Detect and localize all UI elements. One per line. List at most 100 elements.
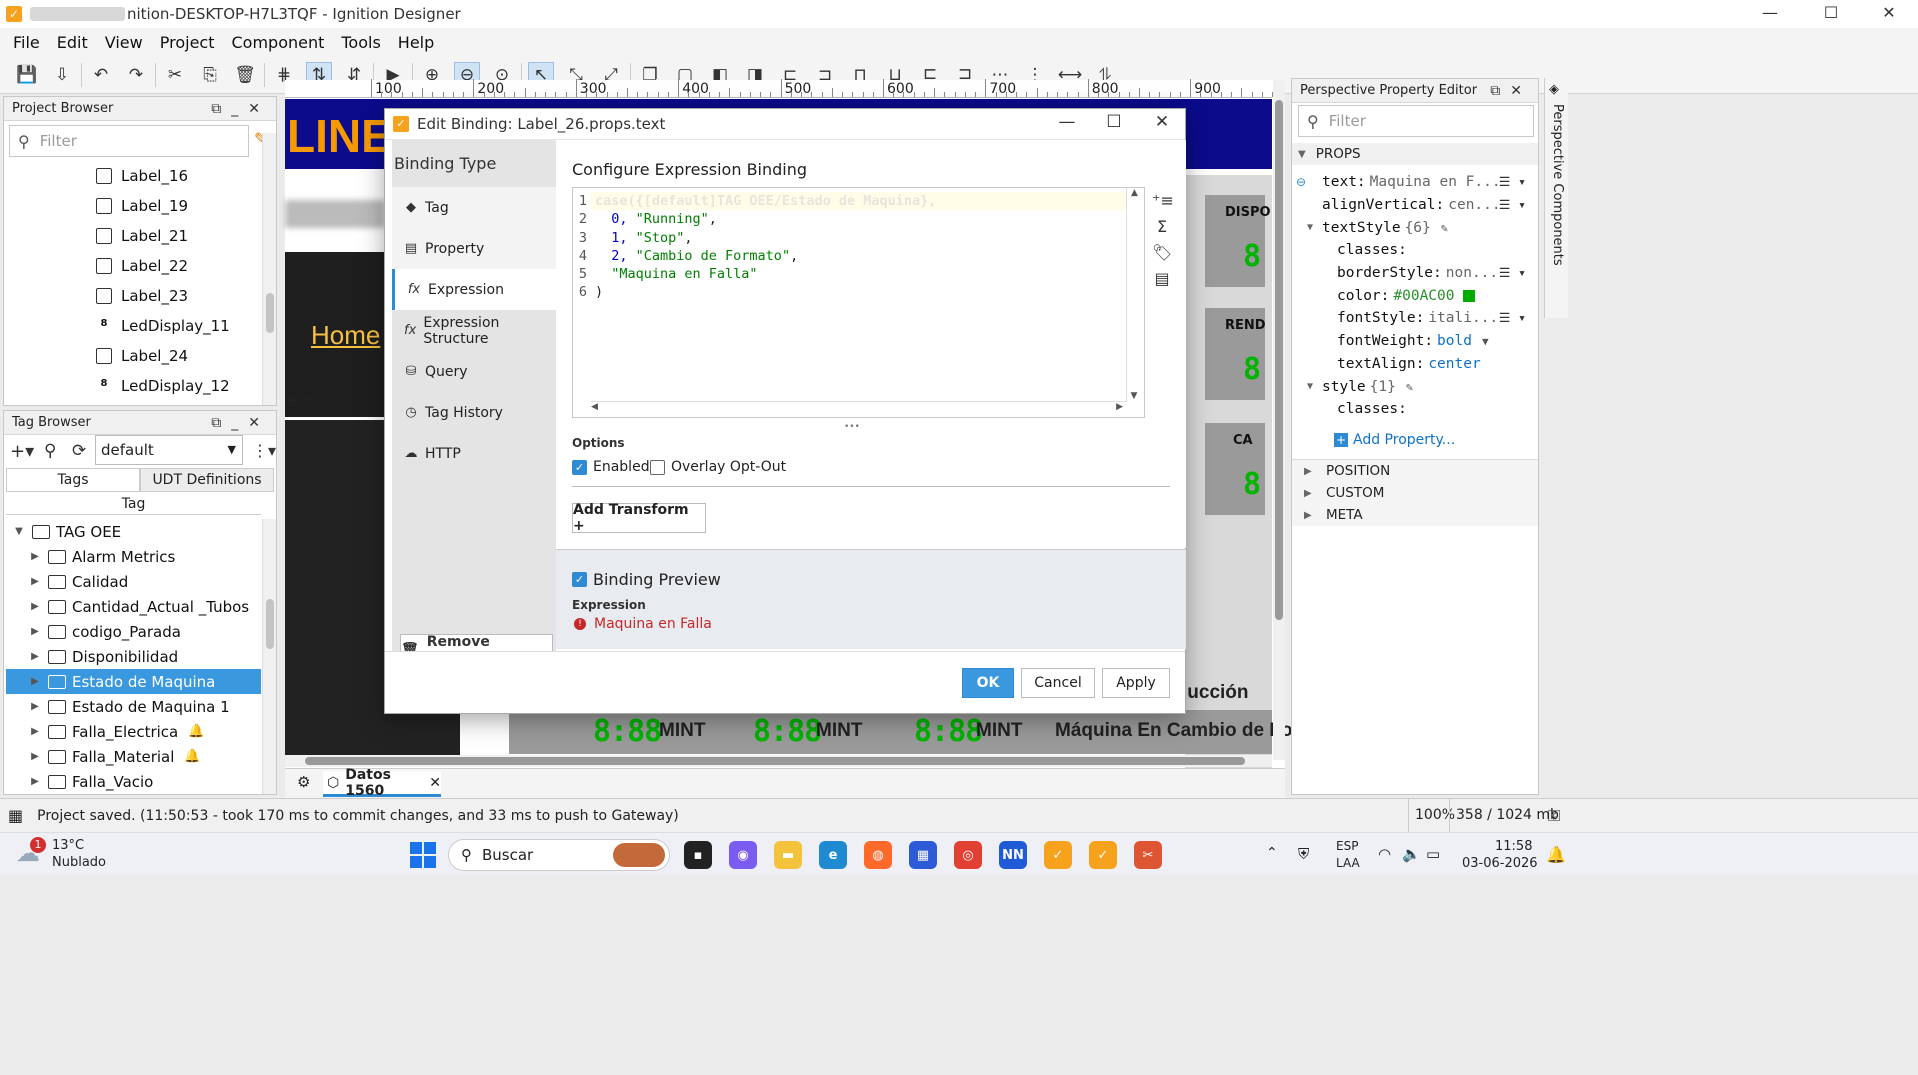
ignition-designer-icon[interactable]: ✓: [1044, 841, 1072, 869]
expanded-arrow-icon[interactable]: ▼: [12, 526, 26, 537]
editor-horizontal-scrollbar[interactable]: ◀ ▶: [591, 401, 1127, 415]
gc-icon[interactable]: ⚿: [1548, 806, 1560, 826]
battery-icon[interactable]: ▭: [1426, 845, 1440, 863]
tag-item[interactable]: ▶ Alarm Metrics: [6, 544, 261, 569]
volume-icon[interactable]: 🔈: [1402, 845, 1421, 863]
checkbox-checked-icon[interactable]: ✓: [572, 572, 587, 587]
binding-type-tag[interactable]: ◆ Tag: [392, 187, 556, 228]
cut-icon[interactable]: ✂: [162, 62, 188, 88]
more-options-icon[interactable]: ⋮▾: [252, 441, 276, 460]
panel-controls-icon[interactable]: ⧉_✕: [211, 411, 270, 435]
property-row-classes[interactable]: classes :: [1292, 398, 1538, 421]
panel-controls-icon[interactable]: ⧉✕: [1490, 79, 1532, 103]
section-position[interactable]: ▶ POSITION: [1292, 460, 1538, 482]
tag-item[interactable]: ▶ Falla_Material 🔔: [6, 744, 261, 769]
tab-tags[interactable]: Tags: [6, 468, 140, 492]
minimize-button[interactable]: —: [1747, 0, 1793, 28]
collapsed-arrow-icon[interactable]: ▶: [28, 676, 42, 687]
property-value[interactable]: #00AC00: [1393, 288, 1454, 304]
canvas-vertical-scrollbar[interactable]: [1273, 80, 1285, 760]
binding-type-expression[interactable]: fx Expression: [392, 269, 556, 310]
delete-icon[interactable]: 🗑: [232, 62, 258, 88]
property-value[interactable]: bold: [1437, 333, 1472, 349]
save-all-icon[interactable]: ⇩: [49, 62, 75, 88]
chevron-down-icon[interactable]: ▼: [1482, 335, 1489, 348]
edge-browser-icon[interactable]: e: [819, 841, 847, 869]
collapsed-arrow-icon[interactable]: ▶: [1304, 466, 1314, 477]
property-menu-icon[interactable]: ☰ ▾: [1499, 266, 1526, 281]
property-value[interactable]: itali...: [1428, 310, 1498, 326]
undo-icon[interactable]: ↶: [88, 62, 114, 88]
property-row-style[interactable]: ▼ style {1} ✎: [1292, 375, 1538, 398]
security-icon[interactable]: ⛨: [1298, 845, 1309, 863]
menu-component[interactable]: Component: [231, 33, 324, 52]
collapsed-arrow-icon[interactable]: ▶: [1304, 488, 1314, 499]
enabled-checkbox[interactable]: ✓ Enabled: [572, 459, 650, 475]
task-view-icon[interactable]: ▪: [684, 841, 712, 869]
editor-vertical-scrollbar[interactable]: ▲ ▼: [1126, 188, 1142, 401]
property-row-fontweight[interactable]: fontWeight : bold ▼: [1292, 330, 1538, 353]
insert-property-icon[interactable]: ⁺≡: [1152, 188, 1174, 214]
collapsed-arrow-icon[interactable]: ▶: [28, 551, 42, 562]
project-tree-item[interactable]: 8 LedDisplay_12: [4, 371, 262, 401]
ok-button[interactable]: OK: [962, 668, 1014, 698]
tag-item[interactable]: ▶ Estado de Maquina 1: [6, 694, 261, 719]
notifications-icon[interactable]: 🔔: [1546, 845, 1566, 864]
tag-tree-scrollbar[interactable]: [262, 519, 276, 794]
property-row-fontstyle[interactable]: fontStyle : itali... ☰ ▾: [1292, 307, 1538, 330]
binding-type-query[interactable]: ⛁ Query: [392, 351, 556, 392]
search-icon[interactable]: ⚲: [44, 441, 56, 461]
collapsed-arrow-icon[interactable]: ▶: [1304, 510, 1314, 521]
clock-time[interactable]: 11:58: [1495, 839, 1532, 854]
overlay-optout-checkbox[interactable]: Overlay Opt-Out: [650, 459, 786, 475]
tag-column-header[interactable]: Tag: [6, 493, 261, 515]
tag-item[interactable]: ▶ Falla_Vacio: [6, 769, 261, 794]
collapsed-arrow-icon[interactable]: ▶: [28, 576, 42, 587]
menu-edit[interactable]: Edit: [57, 33, 88, 52]
close-tab-icon[interactable]: ✕: [429, 775, 441, 791]
add-tag-icon[interactable]: +▾: [10, 441, 34, 462]
perspective-components-side-tab[interactable]: ◈ Perspective Components: [1544, 78, 1568, 318]
scroll-thumb[interactable]: [305, 757, 1245, 765]
collapsed-arrow-icon[interactable]: ▶: [28, 601, 42, 612]
project-tree-item[interactable]: Label_22: [4, 251, 262, 281]
property-value[interactable]: {6}: [1405, 220, 1431, 236]
binding-type-expression-structure[interactable]: fx Expression Structure: [392, 310, 556, 351]
property-row-alignvertical[interactable]: alignVertical : cen... ☰ ▾: [1292, 194, 1538, 217]
property-value[interactable]: Maquina en F...: [1370, 174, 1501, 190]
apply-button[interactable]: Apply: [1102, 668, 1170, 698]
tab-datos-1560[interactable]: ⬡ Datos 1560 ✕: [323, 767, 441, 799]
property-value[interactable]: {1}: [1370, 379, 1396, 395]
dialog-minimize-button[interactable]: —: [1055, 112, 1079, 132]
project-tree-item[interactable]: Label_16: [4, 161, 262, 191]
project-tree-item[interactable]: Label_25: [4, 401, 262, 407]
menu-project[interactable]: Project: [160, 33, 215, 52]
document-icon[interactable]: ▤: [1152, 266, 1172, 292]
file-explorer-icon[interactable]: ▬: [774, 841, 802, 869]
chrome-icon[interactable]: ◎: [954, 841, 982, 869]
snipping-tool-icon[interactable]: ✂: [1134, 841, 1162, 869]
project-tree-item[interactable]: Label_24: [4, 341, 262, 371]
add-transform-button[interactable]: Add Transform +: [572, 502, 706, 534]
tag-item[interactable]: ▶ codigo_Parada: [6, 619, 261, 644]
property-value[interactable]: cen...: [1448, 197, 1500, 213]
nn-app-icon[interactable]: NN: [999, 841, 1027, 869]
tag-item[interactable]: ▶ Calidad: [6, 569, 261, 594]
property-value[interactable]: non...: [1446, 265, 1498, 281]
grid-icon[interactable]: ▦: [8, 806, 23, 825]
function-sum-icon[interactable]: Σ: [1152, 214, 1172, 240]
property-menu-icon[interactable]: ☰ ▾: [1499, 198, 1526, 213]
binding-type-tag-history[interactable]: ◷ Tag History: [392, 392, 556, 433]
tag-provider-select[interactable]: default ▼: [95, 435, 243, 465]
section-meta[interactable]: ▶ META: [1292, 504, 1538, 526]
scroll-thumb[interactable]: [266, 599, 274, 649]
property-value[interactable]: center: [1428, 356, 1480, 372]
dialog-close-button[interactable]: ✕: [1150, 112, 1174, 132]
tag-item[interactable]: ▶ Falla_Electrica 🔔: [6, 719, 261, 744]
dialog-maximize-button[interactable]: ☐: [1102, 112, 1126, 132]
property-row-color[interactable]: color : #00AC00: [1292, 284, 1538, 307]
props-section-header[interactable]: ▼ PROPS: [1292, 143, 1538, 165]
redo-icon[interactable]: ↷: [123, 62, 149, 88]
menu-help[interactable]: Help: [398, 33, 434, 52]
property-filter-input[interactable]: ⚲ Filter: [1298, 105, 1534, 137]
